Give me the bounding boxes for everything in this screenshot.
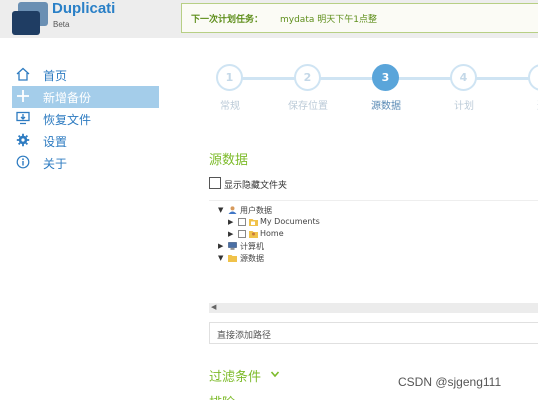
sidebar-item-settings[interactable]: 设置 [12, 130, 159, 152]
show-hidden-label[interactable]: 显示隐藏文件夹 [224, 178, 287, 191]
scroll-left-icon[interactable]: ◀ [211, 303, 216, 311]
sidebar-item-home[interactable]: 首页 [12, 64, 159, 86]
step-number: 4 [450, 64, 477, 91]
sidebar-item-label: 新增备份 [43, 91, 92, 105]
step-destination[interactable]: 2 保存位置 [278, 64, 338, 112]
step-label: 计划 [454, 101, 474, 112]
sidebar-item-label: 关于 [43, 157, 68, 171]
tree-node-label: 用户数据 [240, 206, 272, 215]
step-label: 选 [512, 97, 538, 112]
expand-arrow-icon[interactable]: ▶ [218, 242, 223, 250]
home-icon [16, 67, 30, 81]
info-icon [16, 155, 30, 169]
expand-arrow-icon[interactable]: ▶ [228, 230, 233, 238]
app-header: Duplicati Beta 下一次计划任务： mydata 明天下午1点整 [0, 0, 538, 38]
sidebar-item-restore[interactable]: 恢复文件 [12, 108, 159, 130]
wizard-steps: 1 常规 2 保存位置 3 源数据 4 计划 5 选 [200, 62, 538, 112]
sidebar-nav: 首页 新增备份 恢复文件 设置 关于 [12, 64, 159, 174]
folder-icon [228, 255, 237, 262]
collapse-arrow-icon[interactable]: ▼ [218, 254, 223, 262]
user-icon [228, 206, 237, 214]
step-options[interactable]: 5 选 [512, 64, 538, 112]
sidebar-item-label: 恢复文件 [43, 113, 92, 127]
step-schedule[interactable]: 4 计划 [434, 64, 494, 112]
brand-title[interactable]: Duplicati [52, 0, 115, 17]
tree-node-label: 源数据 [240, 254, 264, 263]
sidebar-item-about[interactable]: 关于 [12, 152, 159, 174]
sidebar-item-add-backup[interactable]: 新增备份 [12, 86, 159, 108]
step-source-data[interactable]: 3 源数据 [356, 64, 416, 112]
step-number: 1 [216, 64, 243, 91]
tree-checkbox[interactable] [238, 218, 246, 226]
chevron-down-icon [270, 371, 280, 378]
tree-horizontal-scrollbar[interactable]: ◀ [209, 303, 538, 313]
expand-arrow-icon[interactable]: ▶ [228, 218, 233, 226]
brand-subtitle: Beta [53, 20, 70, 29]
computer-icon [228, 242, 237, 250]
restore-icon [16, 111, 30, 125]
sidebar-item-label: 首页 [43, 69, 68, 83]
step-number: 2 [294, 64, 321, 91]
next-task-notice: 下一次计划任务： mydata 明天下午1点整 [181, 3, 538, 33]
next-task-text[interactable]: mydata 明天下午1点整 [280, 12, 377, 25]
tree-node-label: Home [260, 229, 284, 238]
show-hidden-checkbox[interactable] [209, 177, 221, 189]
filters-title: 过滤条件 [209, 370, 262, 385]
tree-node-label: My Documents [260, 217, 320, 226]
gear-icon [16, 133, 30, 147]
step-number: 3 [372, 64, 399, 91]
collapse-arrow-icon[interactable]: ▼ [218, 206, 223, 214]
source-data-title: 源数据 [209, 153, 249, 168]
tree-checkbox[interactable] [238, 230, 246, 238]
filters-toggle[interactable]: 过滤条件 [209, 366, 280, 385]
add-path-input[interactable]: 直接添加路径 [209, 322, 538, 344]
home-folder-icon [249, 231, 258, 238]
duplicati-logo[interactable] [10, 2, 50, 36]
step-number: 5 [528, 64, 538, 91]
exclude-section-title: 排除 [209, 392, 235, 400]
plus-icon [17, 90, 29, 102]
next-task-label: 下一次计划任务： [191, 15, 264, 25]
csdn-watermark: CSDN @sjgeng111 [398, 375, 502, 389]
sidebar-item-label: 设置 [43, 135, 68, 149]
step-label: 保存位置 [288, 101, 328, 112]
step-label: 常规 [220, 101, 240, 112]
step-label: 源数据 [371, 101, 401, 112]
step-general[interactable]: 1 常规 [200, 64, 260, 112]
documents-folder-icon [249, 219, 258, 226]
tree-node-label: 计算机 [240, 242, 264, 251]
source-folder-tree: ▼ 用户数据 ▶ My Documents ▶ Home ▶ 计算机 ▼ 源数据 [209, 200, 538, 316]
